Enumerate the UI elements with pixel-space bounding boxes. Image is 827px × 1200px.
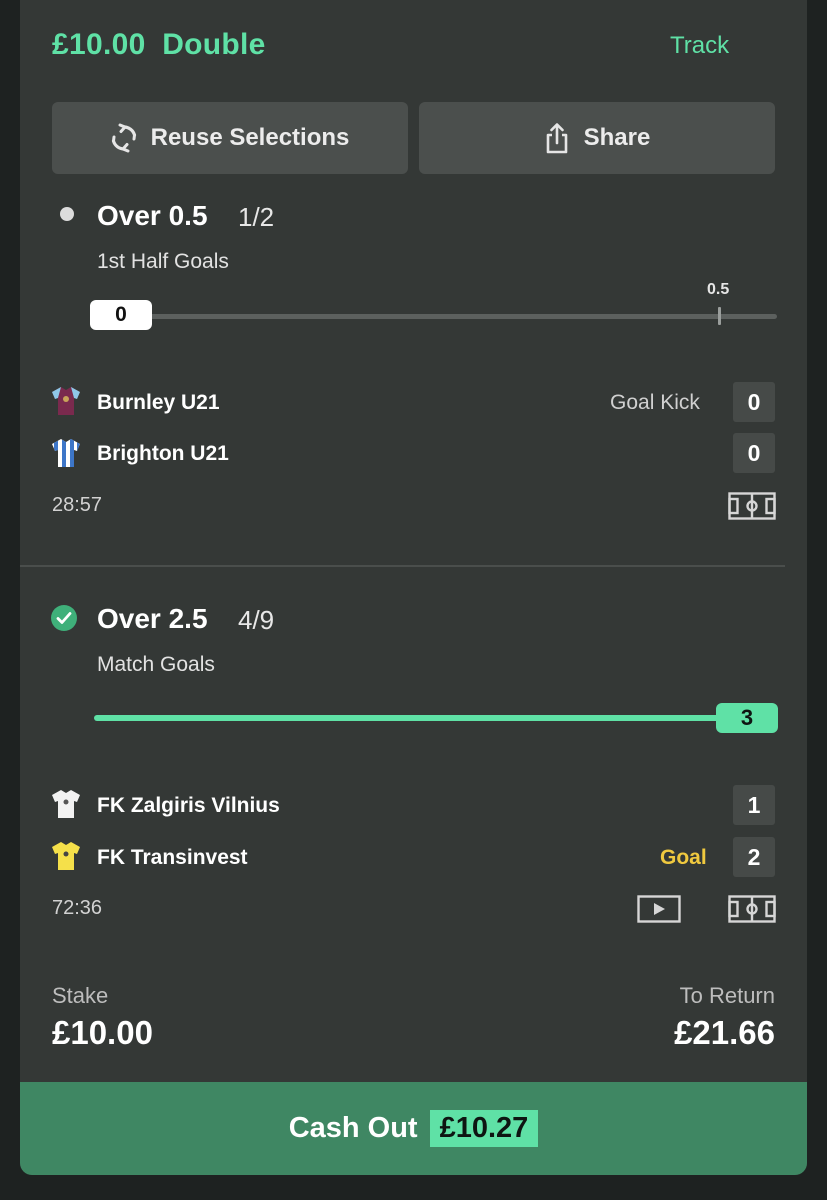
selection-divider: [20, 565, 785, 567]
selection-1-name: Over 0.5: [97, 200, 208, 231]
match-clock: 72:36: [52, 897, 103, 919]
cash-out-label: Cash Out: [288, 1112, 418, 1144]
team-name: Burnley U21: [97, 391, 220, 414]
reuse-selections-button[interactable]: Reuse Selections: [52, 102, 408, 174]
team-score: 0: [733, 382, 775, 422]
check-icon: [51, 605, 77, 631]
selection-1-progress: 0: [90, 300, 777, 332]
to-return-label: To Return: [679, 983, 775, 1008]
zalgiris-shirt-icon: [52, 790, 80, 818]
bet-stake-title: £10.00: [52, 28, 146, 61]
reuse-selections-label: Reuse Selections: [150, 124, 350, 151]
track-link[interactable]: Track: [670, 32, 729, 60]
selection-2-name: Over 2.5: [97, 603, 208, 634]
team-name: FK Transinvest: [97, 846, 248, 869]
cash-out-amount: £10.27: [429, 1110, 539, 1147]
stake-value: £10.00: [52, 1014, 153, 1051]
selection-2-odds: 4/9: [238, 605, 275, 635]
share-icon: [546, 123, 567, 154]
current-goals-pill: 0: [90, 300, 152, 330]
refresh-icon: [111, 123, 136, 153]
to-return-value: £21.66: [674, 1014, 775, 1051]
progress-fill: [94, 715, 724, 721]
cash-out-button[interactable]: Cash Out £10.27: [20, 1082, 807, 1175]
team-score: 0: [733, 433, 775, 473]
team-score: 1: [733, 785, 775, 825]
video-icon[interactable]: [637, 895, 681, 923]
selection-2-market: Match Goals: [97, 653, 215, 676]
bet-card: £10.00 Double Track Reuse Selections Sha…: [20, 0, 807, 1175]
bet-title: £10.00 Double: [52, 28, 266, 62]
bet-type: Double: [162, 28, 266, 61]
stake-label: Stake: [52, 983, 109, 1008]
match-event: Goal Kick: [610, 391, 700, 414]
team-name: Brighton U21: [97, 442, 229, 465]
target-tick: [718, 307, 721, 325]
match-clock: 28:57: [52, 494, 103, 516]
brighton-shirt-icon: [52, 439, 80, 467]
target-label: 0.5: [707, 281, 730, 298]
burnley-shirt-icon: [52, 387, 80, 415]
selection-1-odds: 1/2: [238, 202, 275, 232]
team-score: 2: [733, 837, 775, 877]
selection-1-market: 1st Half Goals: [97, 250, 229, 273]
selection-2-progress: 3: [94, 702, 778, 734]
share-button[interactable]: Share: [419, 102, 775, 174]
pitch-icon[interactable]: [728, 895, 776, 923]
pitch-icon[interactable]: [728, 492, 776, 520]
transinvest-shirt-icon: [52, 842, 80, 870]
progress-track: [150, 314, 777, 319]
share-label: Share: [583, 124, 651, 151]
open-status-dot: [60, 207, 74, 221]
current-goals-pill: 3: [716, 703, 778, 733]
match-event: Goal: [660, 846, 707, 869]
team-name: FK Zalgiris Vilnius: [97, 794, 280, 817]
